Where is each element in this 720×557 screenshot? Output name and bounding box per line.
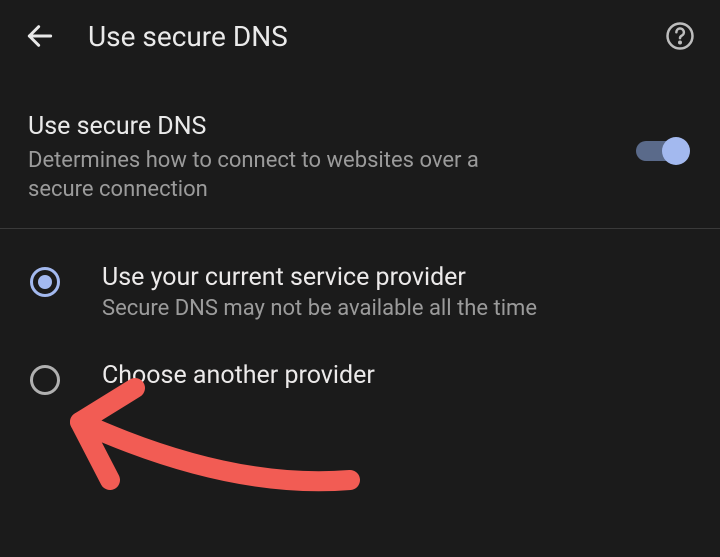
secure-dns-toggle[interactable]	[634, 134, 692, 168]
provider-options: Use your current service provider Secure…	[0, 229, 720, 417]
app-bar: Use secure DNS	[0, 0, 720, 72]
help-button[interactable]	[658, 14, 702, 58]
option-current-provider[interactable]: Use your current service provider Secure…	[0, 243, 720, 341]
option-label: Choose another provider	[102, 361, 692, 390]
arrow-left-icon	[24, 20, 56, 52]
radio-selected-icon	[28, 265, 62, 299]
option-sublabel: Secure DNS may not be available all the …	[102, 296, 692, 321]
section-heading: Use secure DNS	[28, 112, 614, 141]
radio-unselected-icon	[28, 363, 62, 397]
section-subtext: Determines how to connect to websites ov…	[28, 147, 548, 204]
option-choose-another-provider[interactable]: Choose another provider	[0, 341, 720, 417]
back-button[interactable]	[18, 14, 62, 58]
page-title: Use secure DNS	[88, 20, 288, 53]
option-label: Use your current service provider	[102, 263, 692, 292]
secure-dns-section: Use secure DNS Determines how to connect…	[0, 72, 720, 228]
help-circle-icon	[665, 21, 695, 51]
